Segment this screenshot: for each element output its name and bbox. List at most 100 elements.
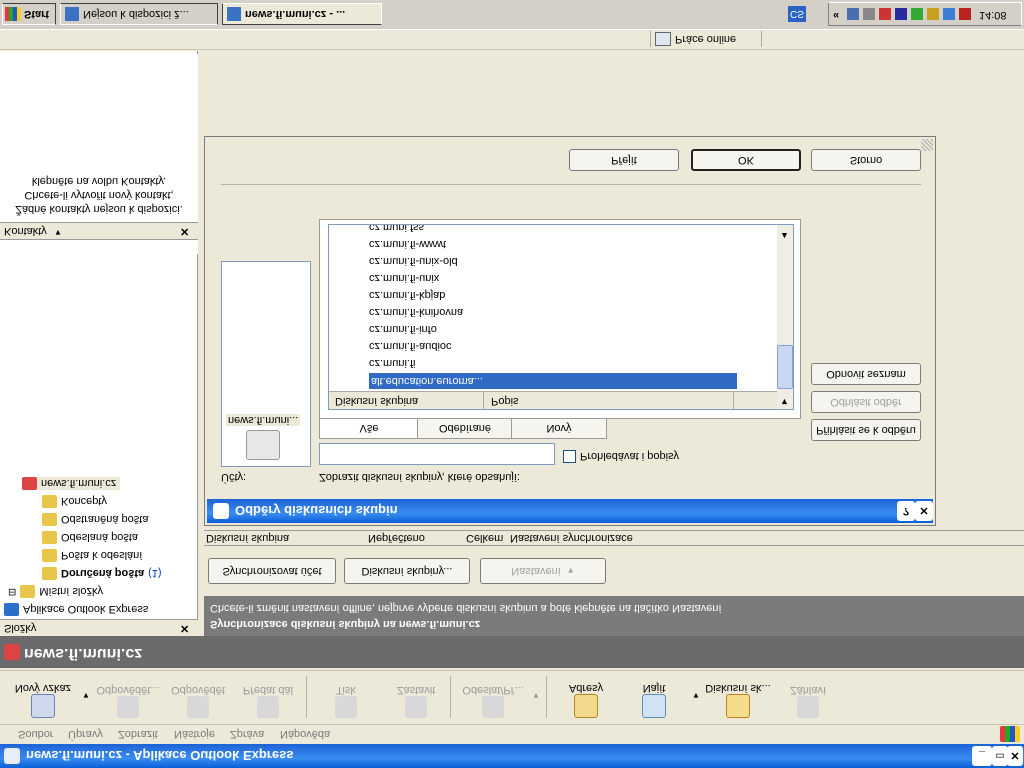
settings-button[interactable]: Nastavení ▼	[480, 558, 606, 584]
tray-expand-icon[interactable]: «	[833, 9, 839, 21]
forward-button[interactable]: Předat dál	[236, 670, 300, 724]
ok-button[interactable]: OK	[691, 149, 801, 171]
menu-zprava[interactable]: Zpráva	[230, 728, 264, 740]
new-message-dropdown-icon[interactable]: ▼	[82, 691, 90, 700]
folder-inbox[interactable]: Doručená pošta (1)	[42, 567, 162, 580]
tray-app-icon[interactable]	[943, 8, 955, 20]
group-row[interactable]: cz.muni.fss	[369, 225, 424, 235]
collapse-icon[interactable]: ⊟	[8, 586, 16, 597]
menu-napoveda[interactable]: Nápověda	[280, 728, 330, 740]
windows-logo-icon	[1000, 726, 1020, 742]
close-button[interactable]: ✕	[1007, 746, 1023, 766]
tray-app-icon[interactable]	[847, 8, 859, 20]
menu-soubor[interactable]: Soubor	[18, 728, 53, 740]
reply-button[interactable]: Odpovědět	[166, 670, 230, 724]
contacts-header-label[interactable]: Kontakty	[4, 225, 47, 237]
refresh-list-button[interactable]: Obnovit seznam	[811, 363, 921, 385]
newsgroups-button[interactable]: Diskusní sk...	[700, 670, 776, 724]
group-row[interactable]: cz.muni.fi	[369, 355, 415, 371]
toolbar-separator	[450, 676, 451, 718]
send-receive-button[interactable]: Odeslat/Př...	[456, 670, 530, 724]
accounts-list[interactable]: news.fi.muni...	[221, 261, 311, 467]
folder-drafts[interactable]: Koncepty	[42, 495, 107, 508]
reply-group-button[interactable]: Odpovědět...	[92, 670, 164, 724]
groups-list[interactable]: Diskusní skupina Popis ▼ ▲ alt.education…	[328, 224, 794, 410]
tray-app-icon[interactable]	[927, 8, 939, 20]
menu-upravy[interactable]: Úpravy	[68, 728, 103, 740]
unsubscribe-button[interactable]: Odhlásit odběr	[811, 391, 921, 413]
contacts-dropdown-icon[interactable]: ▼	[54, 228, 62, 237]
sync-account-button[interactable]: Synchronizovat účet	[208, 558, 336, 584]
tray-app-icon[interactable]	[911, 8, 923, 20]
tray-app-icon[interactable]	[959, 8, 971, 20]
scroll-down-icon[interactable]: ▼	[780, 397, 789, 407]
language-indicator[interactable]: CS	[788, 6, 806, 22]
column-description[interactable]: Popis	[491, 395, 519, 407]
folder-local[interactable]: ⊟ Místní složky	[8, 585, 103, 598]
search-descriptions-checkbox[interactable]	[563, 450, 576, 463]
menu-zobrazit[interactable]: Zobrazit	[118, 728, 158, 740]
folder-outbox[interactable]: Pošta k odeslání	[42, 549, 142, 562]
contacts-close-icon[interactable]: ✕	[180, 225, 189, 238]
folder-deleted[interactable]: Odstraněná pošta	[42, 513, 148, 526]
tab-subscribed[interactable]: Odebírané	[417, 418, 513, 439]
start-button[interactable]: Start	[2, 3, 56, 25]
search-descriptions-option[interactable]: Prohledávat i popisy	[563, 450, 679, 463]
account-news-server[interactable]: news.fi.muni...	[226, 404, 306, 462]
group-name: cz.muni.fi-knihovna	[369, 306, 464, 318]
print-button[interactable]: Tisk	[316, 670, 376, 724]
new-message-button[interactable]: Nový vzkaz	[8, 670, 78, 724]
reply-group-icon	[117, 696, 139, 718]
help-button[interactable]: ?	[897, 501, 915, 521]
addresses-button[interactable]: Adresy	[556, 670, 616, 724]
tray-app-icon[interactable]	[895, 8, 907, 20]
find-dropdown-icon[interactable]: ▼	[692, 691, 700, 700]
search-input[interactable]	[319, 443, 555, 465]
folders-close-icon[interactable]: ✕	[180, 622, 189, 635]
tab-new[interactable]: Nový	[511, 418, 607, 439]
headers-button[interactable]: Záhlaví	[778, 670, 838, 724]
send-receive-icon	[482, 696, 504, 718]
stop-button[interactable]: Zastavit	[386, 670, 446, 724]
group-row[interactable]: alt.education.euroma...	[369, 373, 737, 389]
resize-grip-icon[interactable]	[921, 139, 933, 151]
send-receive-dropdown-icon[interactable]: ▼	[532, 691, 540, 700]
groups-scrollbar[interactable]: ▼ ▲	[777, 225, 793, 409]
group-row[interactable]: cz.muni.fi-unix-old	[369, 253, 458, 269]
group-row[interactable]: cz.muni.fi-info	[369, 321, 437, 337]
cancel-button[interactable]: Storno	[811, 149, 921, 171]
tray-app-icon[interactable]	[863, 8, 875, 20]
taskbar: Start Nejsou k dispozici ž... news.fi.mu…	[0, 0, 1024, 30]
task-button-active[interactable]: news.fi.muni.cz - ...	[222, 3, 382, 25]
addresses-label: Adresy	[568, 682, 604, 694]
task-button[interactable]: Nejsou k dispozici ž...	[60, 3, 218, 25]
tab-all[interactable]: Vše	[319, 418, 419, 439]
menu-nastroje[interactable]: Nástroje	[174, 728, 215, 740]
scroll-up-icon[interactable]: ▲	[780, 231, 789, 241]
find-button[interactable]: Najít	[626, 670, 682, 724]
column-newsgroup[interactable]: Diskusní skupina	[206, 532, 289, 544]
dialog-close-button[interactable]: ✕	[915, 501, 933, 521]
column-unread[interactable]: Nepřečteno	[368, 532, 425, 544]
folder-outlook-express[interactable]: Aplikace Outlook Express	[4, 603, 148, 616]
column-sync-settings[interactable]: Nastavení synchronizace	[510, 532, 633, 544]
group-row[interactable]: cz.muni.fi-kpjab	[369, 287, 445, 303]
minimize-button[interactable]: _	[972, 746, 992, 766]
group-row[interactable]: cz.muni.fi-audioc	[369, 338, 452, 354]
group-row[interactable]: cz.muni.fi-wwwt	[369, 236, 446, 252]
goto-button[interactable]: Přejít	[569, 149, 679, 171]
group-row[interactable]: cz.muni.fi-knihovna	[369, 304, 463, 320]
maximize-button[interactable]: ▭	[992, 746, 1008, 766]
column-newsgroup[interactable]: Diskusní skupina	[335, 395, 418, 407]
column-total[interactable]: Celkem	[466, 532, 503, 544]
tray-app-icon[interactable]	[879, 8, 891, 20]
newsgroups-button[interactable]: Diskusní skupiny...	[344, 558, 470, 584]
folder-label: news.fi.muni.cz	[41, 477, 117, 490]
folder-sent[interactable]: Odeslaná pošta	[42, 531, 138, 544]
folder-news-server[interactable]: news.fi.muni.cz	[22, 477, 121, 490]
contacts-empty-line: Chcete-li vytvořit nový kontakt,	[24, 189, 174, 201]
groups-list-header: Diskusní skupina Popis	[329, 391, 777, 409]
subscribe-button[interactable]: Přihlásit se k odběru	[811, 419, 921, 441]
group-row[interactable]: cz.muni.fi-unix	[369, 270, 439, 286]
scroll-thumb[interactable]	[777, 345, 793, 389]
